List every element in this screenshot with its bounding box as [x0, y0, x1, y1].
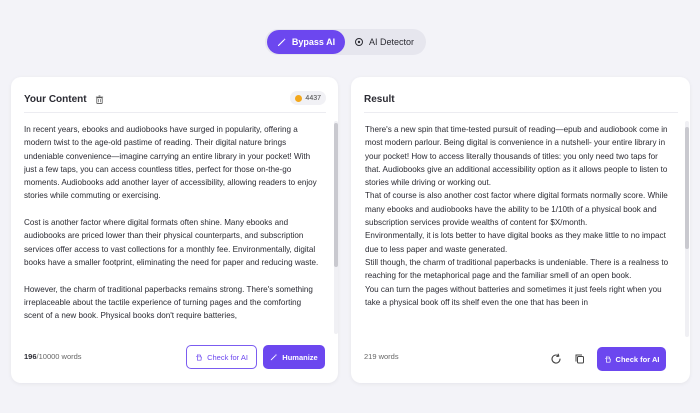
- divider: [24, 112, 326, 113]
- ai-detector-tab[interactable]: AI Detector: [345, 30, 423, 54]
- mode-toggle: Bypass AI AI Detector: [265, 29, 426, 55]
- result-output: There's a new spin that time-tested purs…: [365, 123, 675, 339]
- input-panel-header: Your Content: [24, 92, 104, 106]
- input-word-count: 196/10000 words: [24, 352, 82, 361]
- word-count-limit: /10000 words: [36, 352, 82, 361]
- detector-icon: [354, 38, 363, 46]
- content-input[interactable]: In recent years, ebooks and audiobooks h…: [24, 123, 319, 335]
- ai-detector-label: AI Detector: [368, 37, 415, 47]
- copy-icon[interactable]: [574, 353, 586, 365]
- scrollbar-thumb[interactable]: [334, 123, 338, 267]
- bypass-ai-tab[interactable]: Bypass AI: [267, 30, 345, 54]
- input-scrollbar[interactable]: [334, 121, 338, 334]
- check-for-ai-label: Check for AI: [207, 352, 248, 362]
- result-paragraph: Environmentally, it is lots better to ha…: [365, 231, 666, 254]
- result-check-for-ai-button[interactable]: Check for AI: [597, 347, 666, 371]
- input-panel-title: Your Content: [24, 93, 87, 105]
- magic-wand-icon: [271, 353, 278, 361]
- result-panel-title: Result: [364, 93, 395, 105]
- result-word-count: 219 words: [364, 352, 399, 361]
- check-for-ai-button[interactable]: Check for AI: [186, 345, 257, 369]
- result-paragraph: You can turn the pages without batteries…: [365, 284, 662, 307]
- divider: [364, 112, 678, 113]
- result-paragraph: That of course is also another cost fact…: [365, 191, 668, 228]
- result-panel: Result There's a new spin that time-test…: [351, 77, 690, 383]
- check-for-ai-label: Check for AI: [615, 354, 660, 364]
- trash-icon[interactable]: [95, 94, 104, 104]
- result-paragraph: Still though, the charm of traditional p…: [365, 257, 669, 281]
- content-paragraph: In recent years, ebooks and audiobooks h…: [24, 125, 317, 201]
- input-panel: Your Content 4437 In recent years, ebook…: [11, 77, 338, 383]
- humanize-label: Humanize: [282, 352, 318, 362]
- content-paragraph: However, the charm of traditional paperb…: [24, 284, 313, 321]
- scrollbar-thumb[interactable]: [685, 127, 689, 249]
- word-count-current: 196: [24, 352, 37, 361]
- hand-icon: [196, 353, 202, 361]
- magic-wand-icon: [277, 38, 286, 47]
- refresh-icon[interactable]: [550, 353, 562, 365]
- bypass-ai-label: Bypass AI: [291, 37, 336, 47]
- content-paragraph: Cost is another factor where digital for…: [24, 218, 319, 267]
- result-panel-header: Result: [364, 92, 395, 106]
- coin-icon: [295, 94, 303, 102]
- credits-value: 4437: [305, 94, 321, 102]
- hand-icon: [604, 355, 611, 363]
- credits-badge: 4437: [290, 91, 326, 105]
- humanize-button[interactable]: Humanize: [263, 345, 325, 369]
- result-paragraph: There's a new spin that time-tested purs…: [365, 125, 668, 188]
- result-scrollbar[interactable]: [685, 121, 689, 337]
